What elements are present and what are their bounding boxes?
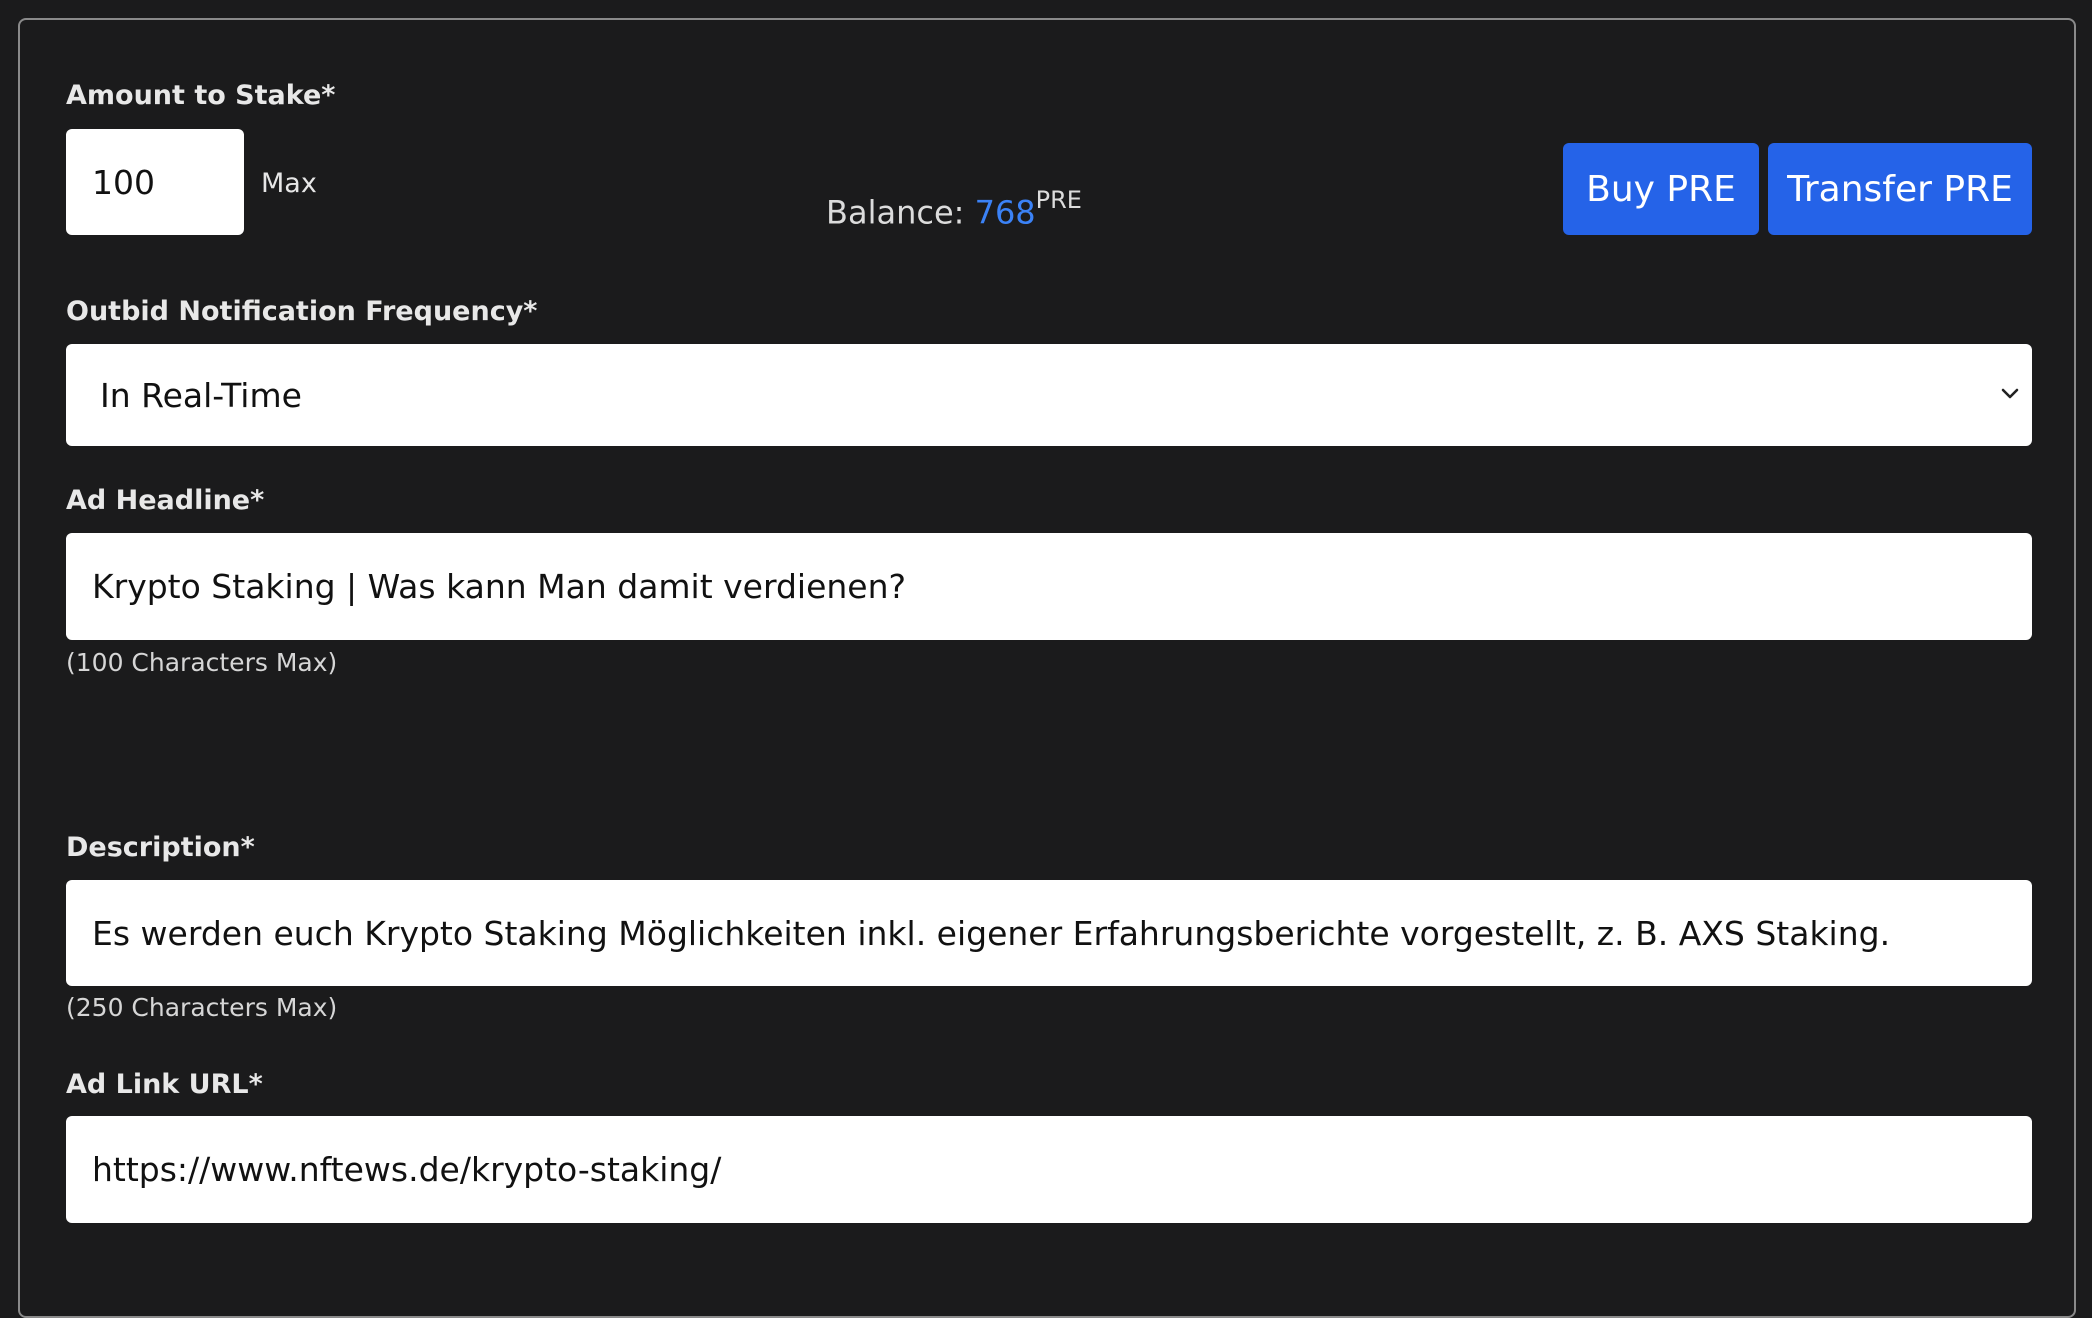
description-label: Description* bbox=[66, 832, 255, 863]
ad-link-url-input[interactable]: https://www.nftews.de/krypto-staking/ bbox=[66, 1116, 2032, 1223]
description-value: Es werden euch Krypto Staking Möglichkei… bbox=[92, 913, 1891, 953]
description-hint: (250 Characters Max) bbox=[66, 993, 338, 1022]
description-input[interactable]: Es werden euch Krypto Staking Möglichkei… bbox=[66, 880, 2032, 986]
amount-to-stake-input[interactable]: 100 bbox=[66, 129, 244, 235]
ad-headline-hint: (100 Characters Max) bbox=[66, 648, 338, 677]
amount-value: 100 bbox=[92, 162, 155, 202]
balance-unit: PRE bbox=[1035, 186, 1082, 214]
balance-value: 768 bbox=[974, 193, 1036, 232]
notification-frequency-label: Outbid Notification Frequency* bbox=[66, 296, 538, 327]
ad-headline-input[interactable]: Krypto Staking | Was kann Man damit verd… bbox=[66, 533, 2032, 640]
chevron-down-icon bbox=[2001, 388, 2019, 399]
amount-to-stake-label: Amount to Stake* bbox=[66, 80, 336, 111]
balance-display: Balance: 768PRE bbox=[826, 186, 1082, 232]
notification-frequency-value: In Real-Time bbox=[100, 375, 302, 415]
ad-headline-label: Ad Headline* bbox=[66, 485, 265, 516]
notification-frequency-select[interactable]: In Real-Time bbox=[66, 344, 2032, 446]
transfer-pre-button[interactable]: Transfer PRE bbox=[1768, 143, 2032, 235]
balance-label: Balance: bbox=[826, 193, 975, 232]
ad-link-url-label: Ad Link URL* bbox=[66, 1069, 263, 1100]
buy-pre-button[interactable]: Buy PRE bbox=[1563, 143, 1759, 235]
ad-link-url-value: https://www.nftews.de/krypto-staking/ bbox=[92, 1150, 722, 1189]
ad-headline-value: Krypto Staking | Was kann Man damit verd… bbox=[92, 567, 907, 606]
max-button[interactable]: Max bbox=[261, 168, 317, 199]
